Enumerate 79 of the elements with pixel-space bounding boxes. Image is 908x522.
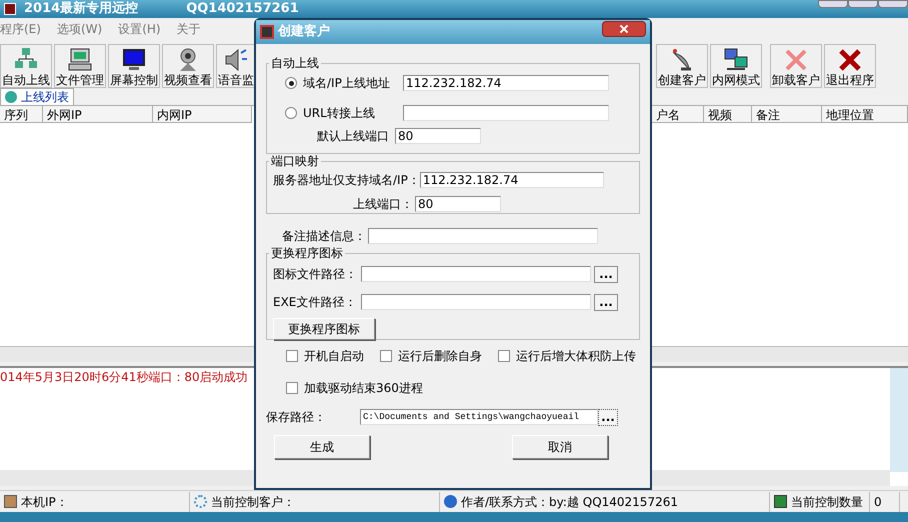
menu-item[interactable]: 程序(E) xyxy=(0,20,41,38)
column-header[interactable]: 备注 xyxy=(752,106,822,123)
checkbox-label: 运行后删除自身 xyxy=(398,348,482,365)
menu-item[interactable]: 选项(W) xyxy=(56,20,102,38)
toolbar-button[interactable]: 视频查看 xyxy=(162,44,214,88)
list-tab[interactable]: 上线列表 xyxy=(0,88,74,105)
checkbox[interactable] xyxy=(498,350,510,362)
group-title: 更换程序图标 xyxy=(270,246,344,260)
computer-icon xyxy=(67,47,93,73)
toolbar-button[interactable]: 自动上线 xyxy=(0,44,52,88)
column-header[interactable]: 内网IP xyxy=(153,106,252,123)
menu-item[interactable]: 关于 xyxy=(176,20,201,38)
person-icon xyxy=(4,495,17,508)
change-icon-button[interactable]: 更换程序图标 xyxy=(273,318,375,340)
menu-item[interactable]: 设置(H) xyxy=(118,20,161,38)
status-text: 本机IP： xyxy=(21,494,68,510)
dialog-button[interactable]: 取消 xyxy=(512,435,608,459)
column-header[interactable]: 外网IP xyxy=(43,106,153,123)
field-label: EXE文件路径： xyxy=(273,294,358,311)
toolbar-button[interactable]: 文件管理 xyxy=(54,44,106,88)
cross-icon xyxy=(837,47,863,73)
radio-button[interactable] xyxy=(285,77,297,89)
column-header[interactable]: 户名 xyxy=(652,106,704,123)
input-field[interactable]: C:\Documents and Settings\wangchaoyueail xyxy=(360,409,598,425)
field-label: 默认上线端口 xyxy=(317,128,389,145)
checkbox-label: 运行后增大体积防上传 xyxy=(516,348,636,365)
computers-icon xyxy=(723,47,749,73)
input-field[interactable]: 80 xyxy=(415,196,501,212)
group-title: 端口映射 xyxy=(270,154,320,168)
column-header[interactable]: 序列 xyxy=(0,106,43,123)
input-field[interactable] xyxy=(403,105,609,121)
toolbar-button[interactable]: 内网模式 xyxy=(710,44,762,88)
window-subtitle: QQ1402157261 xyxy=(186,0,299,18)
column-header[interactable]: 视频 xyxy=(704,106,752,123)
log-line: 014年5月3日20时6分41秒端口：80启动成功 xyxy=(0,369,248,385)
checkbox[interactable] xyxy=(380,350,392,362)
checkbox[interactable] xyxy=(286,350,298,362)
status-text: 当前控制客户： xyxy=(211,494,295,510)
field-label: 服务器地址仅支持域名/IP： xyxy=(273,172,420,189)
toolbar-button[interactable]: 卸载客户 xyxy=(770,44,822,88)
radio-button[interactable] xyxy=(285,107,297,119)
column-header[interactable]: 地理位置 xyxy=(822,106,908,123)
vertical-scrollbar[interactable] xyxy=(890,368,908,472)
checkbox-label: 开机自启动 xyxy=(304,348,364,365)
toolbar-button[interactable]: 创建客户 xyxy=(656,44,708,88)
monitor-icon xyxy=(121,47,147,73)
field-label: URL转接上线 xyxy=(303,105,376,122)
field-label: 上线端口： xyxy=(353,196,413,213)
browse-button[interactable]: ... xyxy=(594,294,618,310)
status-text: 作者/联系方式：by:越 QQ1402157261 xyxy=(461,494,678,510)
app-icon xyxy=(260,25,274,39)
refresh-icon xyxy=(194,495,207,508)
input-field[interactable] xyxy=(361,266,591,282)
status-text: 当前控制数量 xyxy=(791,494,863,510)
dialog-button[interactable]: 生成 xyxy=(274,435,370,459)
cross-icon xyxy=(783,47,809,73)
window-title: 2014最新专用远控 xyxy=(24,0,138,18)
checkbox-label: 加载驱动结束360进程 xyxy=(304,380,423,397)
field-label: 图标文件路径： xyxy=(273,266,358,283)
toolbar-button[interactable]: 退出程序 xyxy=(824,44,876,88)
input-field[interactable] xyxy=(368,228,598,244)
checkbox[interactable] xyxy=(286,382,298,394)
input-field[interactable]: 112.232.182.74 xyxy=(420,172,604,188)
computer-icon xyxy=(774,495,787,508)
status-text: 0 xyxy=(874,494,882,510)
browse-button[interactable]: ... xyxy=(598,408,618,426)
field-label: 备注描述信息： xyxy=(282,228,366,245)
field-label: 保存路径： xyxy=(266,409,327,426)
toolbar-button[interactable]: 屏幕控制 xyxy=(108,44,160,88)
toolbar-button[interactable]: 语音监 xyxy=(216,44,256,88)
group-title: 自动上线 xyxy=(270,56,320,70)
browse-button[interactable]: ... xyxy=(594,266,618,282)
input-field[interactable]: 112.232.182.74 xyxy=(403,75,609,91)
input-field[interactable] xyxy=(361,294,591,310)
speaker-icon xyxy=(223,47,249,73)
field-label: 域名/IP上线地址 xyxy=(303,75,391,92)
dialog-title: 创建客户 xyxy=(278,22,330,42)
app-icon xyxy=(4,3,16,15)
input-field[interactable]: 80 xyxy=(395,128,481,144)
